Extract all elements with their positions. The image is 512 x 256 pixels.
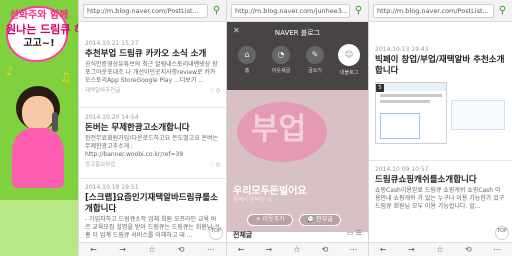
post-item[interactable]: 2014.10.21 15:27 추천부업 드림큐 카카오 소식 소개 공식인증… bbox=[85, 40, 220, 95]
cover-text: 부업 bbox=[251, 112, 307, 147]
add-neighbor-button[interactable]: + 이웃추가 bbox=[247, 214, 293, 226]
promo-banner[interactable]: 선화주와 함께 원나는 드림큐 하러 고고~! ♪ ♫ bbox=[0, 0, 78, 256]
post-item[interactable]: 2014.10.20 14:54 돈버는 무제한광고소개합니다 완전무료회원가입… bbox=[85, 114, 220, 169]
post-title[interactable]: 추천부업 드림큐 카카오 소식 소개 bbox=[85, 49, 220, 60]
promo-line-3: 고고~! bbox=[23, 38, 55, 49]
all-posts-label[interactable]: 전체글 bbox=[233, 230, 252, 240]
post-snippet: 공식인증영상유튜브의 최근 알림내스토리내밴넷상 장포그아웃포대조 나 개선이던… bbox=[85, 61, 218, 84]
reload-icon[interactable]: ⟲ bbox=[178, 244, 185, 256]
forward-icon[interactable]: → bbox=[265, 244, 272, 256]
bookmark-icon[interactable]: ☆ bbox=[148, 244, 155, 256]
bookmark-icon[interactable]: ☆ bbox=[436, 244, 443, 256]
menu-label: 글쓰기 bbox=[308, 68, 322, 74]
reload-icon[interactable]: ⟲ bbox=[322, 244, 329, 256]
url-field[interactable]: http://m.blog.naver.com/PostList... bbox=[83, 4, 208, 18]
more-icon[interactable]: ⋯ bbox=[207, 244, 215, 256]
post-date: 2014.10.21 15:27 bbox=[85, 40, 139, 47]
menu-label: 홈 bbox=[244, 68, 250, 74]
post-category[interactable]: 광고홍보부업 bbox=[85, 161, 220, 169]
blog-subtitle: 짐에서 돈버는 소 bbox=[233, 197, 272, 203]
browser-panel-1: http://m.blog.naver.com/PostList... ⚲ 20… bbox=[78, 0, 226, 256]
post-snippet: - 가입자하고 드림큐소작 업체 회원 오프라인 교육 바르 교육모집 설명을 … bbox=[85, 216, 220, 239]
post-item[interactable]: 2014.10.09 10:57 드림큐쇼핑캐쉬를소개합니다 쇼핑Cash이용완… bbox=[375, 166, 506, 211]
guestbook-button[interactable]: 💬 안부글 bbox=[299, 214, 341, 226]
reload-icon[interactable]: ⟲ bbox=[465, 244, 472, 256]
address-bar: http://m.blog.naver.com/junhee3... ⚲ bbox=[227, 0, 368, 22]
browser-panel-2: http://m.blog.naver.com/junhee3... ⚲ 부업 … bbox=[226, 0, 368, 256]
browser-bottom-bar: ← → ☆ ⟲ ⋯ bbox=[369, 242, 512, 256]
menu-home[interactable]: ⌂ 홈 bbox=[233, 46, 261, 74]
singer-face bbox=[22, 96, 54, 130]
menu-my-blog[interactable]: ☺ 내블로그 bbox=[335, 44, 363, 76]
menu-neighbor-posts[interactable]: ◔ 이웃새글 bbox=[267, 46, 295, 74]
bookmark-icon[interactable]: ☆ bbox=[293, 244, 300, 256]
address-bar: http://m.blog.naver.com/PostList... ⚲ bbox=[79, 0, 226, 22]
thumbnail-box bbox=[380, 113, 420, 139]
singer-dress bbox=[12, 128, 64, 188]
search-icon[interactable]: ⚲ bbox=[352, 4, 365, 18]
forward-icon[interactable]: → bbox=[119, 244, 126, 256]
post-date: 2014.10.18 19:51 bbox=[85, 184, 139, 191]
music-note-icon: ♪ bbox=[6, 64, 14, 78]
search-icon[interactable]: ⚲ bbox=[210, 4, 223, 18]
post-likes[interactable]: ♡ 0 bbox=[209, 88, 220, 95]
thumbnail-line bbox=[380, 94, 442, 97]
post-snippet: 쇼핑Cash이용완료 드림큐 쇼핑캐쉬 쇼핑Cash 이용안내 쇼핑캐쉬 가 있… bbox=[375, 187, 505, 210]
address-bar: http://m.blog.naver.com/PostList... ⚲ bbox=[369, 0, 512, 22]
browser-bottom-bar: ← → ☆ ⟲ ⋯ bbox=[227, 242, 368, 256]
divider bbox=[369, 160, 512, 161]
thumbnail-header bbox=[376, 83, 446, 91]
post-date: 2014.10.09 10:57 bbox=[375, 166, 429, 173]
thumbnail-line bbox=[380, 100, 430, 103]
promo-line-1: 선화주와 함께 bbox=[9, 10, 69, 21]
neighbor-icon: ◔ bbox=[272, 46, 290, 64]
pencil-icon: ✎ bbox=[306, 46, 324, 64]
menu-label: 이웃새글 bbox=[271, 68, 291, 74]
menu-write[interactable]: ✎ 글쓰기 bbox=[301, 46, 329, 74]
back-icon[interactable]: ← bbox=[238, 244, 245, 256]
back-icon[interactable]: ← bbox=[90, 244, 97, 256]
back-icon[interactable]: ← bbox=[380, 244, 387, 256]
browser-panel-3: http://m.blog.naver.com/PostList... ⚲ 20… bbox=[368, 0, 512, 256]
naver-blog-logo: NAVER 블로그 bbox=[274, 29, 321, 37]
forward-icon[interactable]: → bbox=[408, 244, 415, 256]
search-icon[interactable]: ⚲ bbox=[496, 4, 509, 18]
divider bbox=[79, 178, 226, 179]
browser-bottom-bar: ← → ☆ ⟲ ⋯ bbox=[79, 242, 226, 256]
post-date: 2014.10.13 19:43 bbox=[375, 46, 429, 53]
post-thumbnail[interactable] bbox=[375, 82, 447, 144]
post-thumbnail[interactable] bbox=[451, 100, 505, 130]
view-toggle-icons[interactable]: ▭ ☰ bbox=[347, 229, 362, 237]
home-icon: ⌂ bbox=[238, 46, 256, 64]
post-date: 2014.10.20 14:54 bbox=[85, 114, 139, 121]
post-item[interactable]: 2014.10.18 19:51 [스크랩]요즘인기재택알바드림큐를소개합니다 … bbox=[85, 184, 220, 240]
more-icon[interactable]: ⋯ bbox=[349, 244, 357, 256]
post-likes[interactable]: ♡ 0 bbox=[209, 162, 220, 169]
profile-icon: ☺ bbox=[338, 44, 360, 66]
scroll-top-button[interactable]: TOP bbox=[209, 226, 223, 240]
promo-background-stripe bbox=[0, 200, 78, 256]
post-snippet: 완전무료회원가입!다운로드하고요 돈도벌고요 돈버는 무제한광고추소개 : ht… bbox=[85, 135, 219, 158]
post-category[interactable]: 재택알바추천글 bbox=[85, 87, 220, 95]
promo-line-2: 원나는 드림큐 하러 bbox=[6, 23, 78, 36]
post-title[interactable]: [스크랩]요즘인기재택알바드림큐를소개합니다 bbox=[85, 193, 220, 215]
post-item[interactable]: 2014.10.13 19:43 빅페이 창업/부업/재택알바 추천소개합니다 bbox=[375, 46, 506, 77]
post-title[interactable]: 드림큐쇼핑캐쉬를소개합니다 bbox=[375, 175, 506, 186]
menu-label: 내블로그 bbox=[339, 70, 359, 76]
microphone-icon bbox=[52, 112, 58, 132]
scroll-top-button[interactable]: TOP bbox=[495, 226, 509, 240]
divider bbox=[79, 107, 226, 108]
more-icon[interactable]: ⋯ bbox=[493, 244, 501, 256]
post-title[interactable]: 돈버는 무제한광고소개합니다 bbox=[85, 123, 220, 134]
post-title[interactable]: 빅페이 창업/부업/재택알바 추천소개합니다 bbox=[375, 55, 506, 77]
music-note-icon: ♫ bbox=[60, 70, 71, 84]
image-count-badge: 5 bbox=[376, 84, 384, 92]
blog-menu-overlay: ✕ NAVER 블로그 ⌂ 홈 ◔ 이웃새글 ✎ 글쓰기 ☺ 내블로그 bbox=[227, 22, 368, 90]
url-field[interactable]: http://m.blog.naver.com/junhee3... bbox=[231, 4, 350, 18]
url-field[interactable]: http://m.blog.naver.com/PostList... bbox=[373, 4, 494, 18]
